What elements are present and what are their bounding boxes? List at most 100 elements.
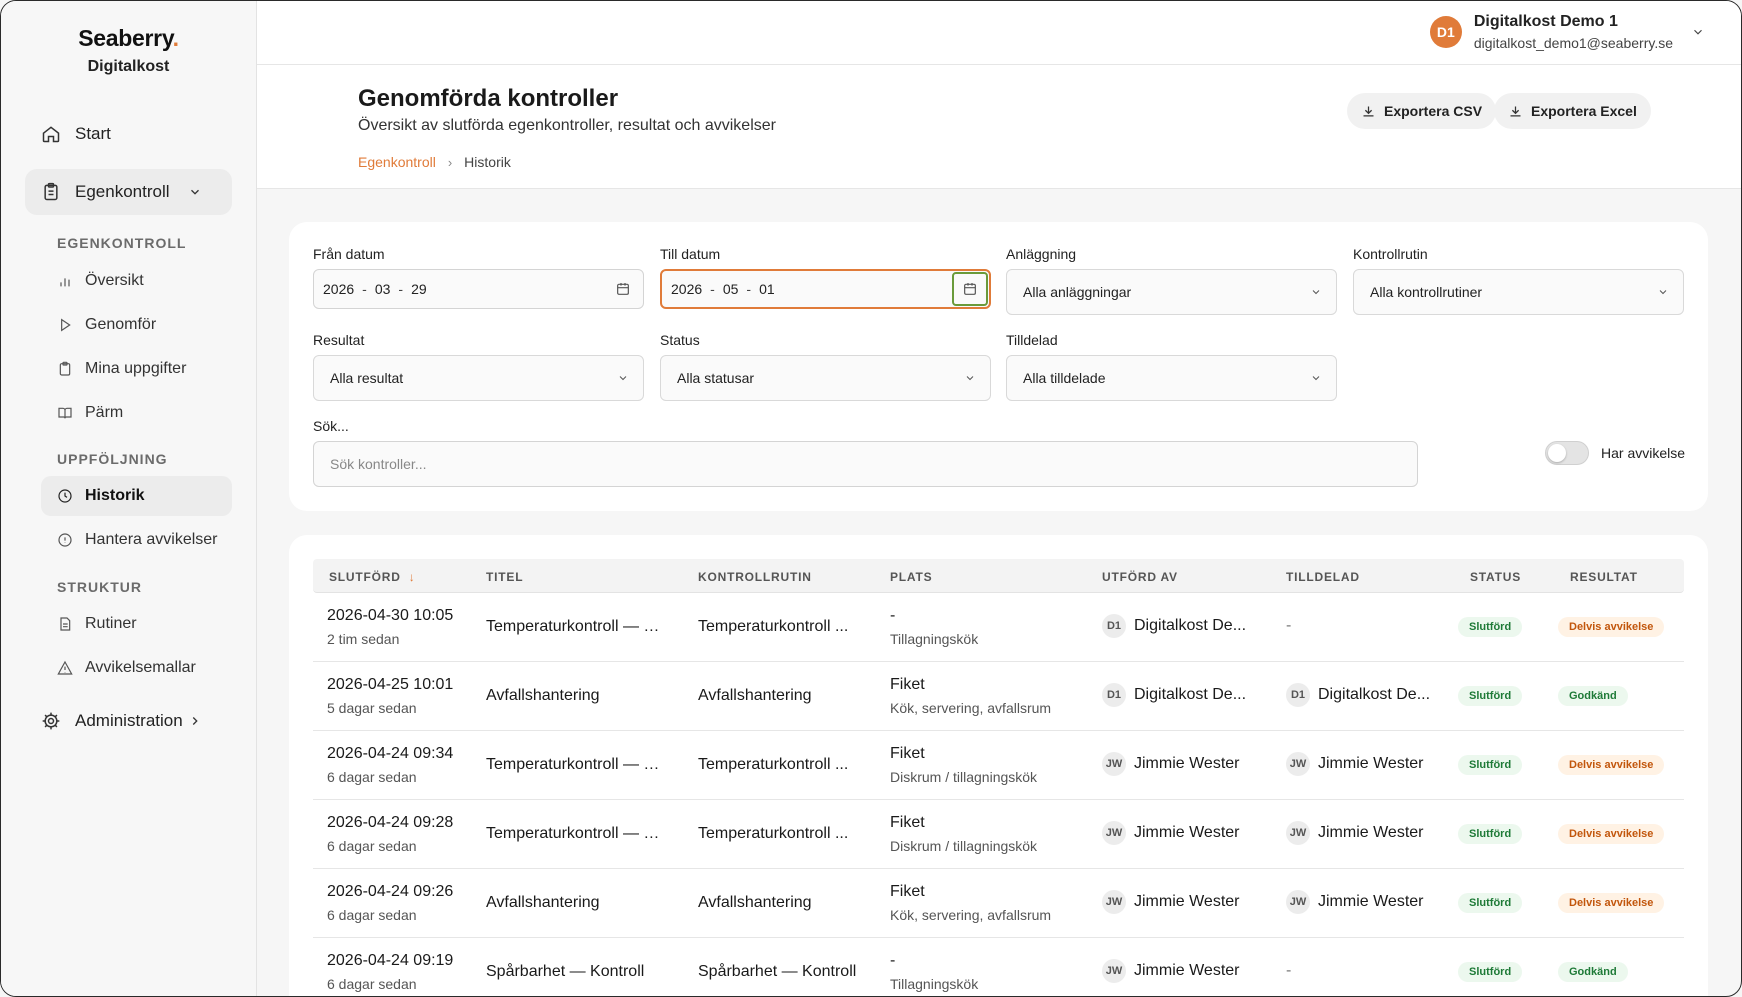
breadcrumb-egenkontroll[interactable]: Egenkontroll: [358, 154, 436, 170]
brand-product: Digitalkost: [87, 58, 170, 75]
section-uppfoljning: UPPFÖLJNING: [57, 451, 168, 467]
warning-icon: [57, 660, 73, 675]
completed-ago: 2 tim sedan: [327, 631, 400, 647]
result-badge: Delvis avvikelse: [1558, 755, 1665, 775]
col-titel[interactable]: TITEL: [486, 570, 523, 584]
kontrollrutin-label: Kontrollrutin: [1353, 246, 1428, 262]
col-kontrollrutin[interactable]: KONTROLLRUTIN: [698, 570, 812, 584]
assigned-user[interactable]: JW Jimmie Wester: [1286, 890, 1424, 914]
assigned-user[interactable]: D1 Digitalkost De...: [1286, 683, 1430, 707]
table-row[interactable]: 2026-04-25 10:01 5 dagar sedan Avfallsha…: [313, 662, 1684, 731]
section-struktur: STRUKTUR: [57, 579, 142, 595]
chevron-down-icon: [1312, 290, 1320, 295]
tilldelad-value: Alla tilldelade: [1023, 370, 1106, 386]
tilldelad-select[interactable]: Alla tilldelade: [1006, 355, 1337, 401]
chevron-down-icon[interactable]: [1691, 25, 1705, 39]
nav-genomfor[interactable]: Genomför: [41, 305, 232, 345]
nav-avvikelsemallar[interactable]: Avvikelsemallar: [41, 648, 232, 688]
to-year: 2026: [671, 281, 703, 297]
row-title[interactable]: Avfallshantering: [486, 687, 600, 705]
col-utford-av[interactable]: UTFÖRD AV: [1102, 570, 1178, 584]
nav-genomfor-label: Genomför: [85, 316, 157, 333]
nav-egenkontroll[interactable]: Egenkontroll: [25, 169, 232, 215]
avatar: JW: [1102, 752, 1126, 776]
nav-start[interactable]: Start: [25, 111, 232, 157]
result-badge: Godkänd: [1558, 686, 1628, 706]
home-icon: [42, 126, 60, 143]
performed-by[interactable]: JW Jimmie Wester: [1102, 821, 1240, 845]
nav-avvikelsemallar-label: Avvikelsemallar: [85, 659, 196, 676]
performed-by[interactable]: D1 Digitalkost De...: [1102, 683, 1246, 707]
table-row[interactable]: 2026-04-24 09:26 6 dagar sedan Avfallsha…: [313, 869, 1684, 938]
nav-mina-uppgifter[interactable]: Mina uppgifter: [41, 349, 232, 389]
assigned-user[interactable]: JW Jimmie Wester: [1286, 821, 1424, 845]
row-title[interactable]: Temperaturkontroll — K...: [486, 618, 666, 636]
row-title[interactable]: Temperaturkontroll — D...: [486, 825, 666, 843]
play-icon: [61, 318, 71, 332]
avatar: D1: [1286, 683, 1310, 707]
row-title[interactable]: Temperaturkontroll — D...: [486, 756, 666, 774]
status-badge: Slutförd: [1458, 686, 1523, 706]
status-badge: Slutförd: [1458, 755, 1523, 775]
status-select[interactable]: Alla statusar: [660, 355, 991, 401]
har-avvikelse-label: Har avvikelse: [1601, 445, 1686, 461]
anlaggning-value: Alla anläggningar: [1023, 284, 1132, 300]
avatar: JW: [1286, 890, 1310, 914]
export-excel-button[interactable]: Exportera Excel: [1494, 93, 1651, 129]
col-resultat[interactable]: RESULTAT: [1570, 570, 1638, 584]
assigned-user[interactable]: JW Jimmie Wester: [1286, 752, 1424, 776]
table-row[interactable]: 2026-04-30 10:05 2 tim sedan Temperaturk…: [313, 593, 1684, 662]
performed-by[interactable]: D1 Digitalkost De...: [1102, 614, 1246, 638]
performed-by[interactable]: JW Jimmie Wester: [1102, 959, 1240, 983]
completed-ago: 5 dagar sedan: [327, 700, 417, 716]
table-row[interactable]: 2026-04-24 09:28 6 dagar sedan Temperatu…: [313, 800, 1684, 869]
breadcrumb: Egenkontroll › Historik: [358, 154, 511, 170]
anlaggning-select[interactable]: Alla anläggningar: [1006, 269, 1337, 315]
avatar: JW: [1286, 821, 1310, 845]
completed-ago: 6 dagar sedan: [327, 769, 417, 785]
nav-rutiner[interactable]: Rutiner: [41, 604, 232, 644]
sort-down-icon: ↓: [408, 570, 416, 584]
nav-hantera-avvikelser[interactable]: Hantera avvikelser: [41, 520, 232, 560]
export-csv-label: Exportera CSV: [1384, 103, 1483, 119]
calendar-picker-button[interactable]: [952, 272, 988, 306]
performed-by[interactable]: JW Jimmie Wester: [1102, 890, 1240, 914]
export-csv-button[interactable]: Exportera CSV: [1347, 93, 1497, 129]
to-date-input[interactable]: 2026-05-01: [660, 269, 991, 309]
page-subtitle: Översikt av slutförda egenkontroller, re…: [358, 117, 776, 134]
col-slutford-label: SLUTFÖRD: [329, 570, 401, 584]
col-plats[interactable]: PLATS: [890, 570, 932, 584]
nav-parm[interactable]: Pärm: [41, 393, 232, 433]
row-plats-sub: Diskrum / tillagningskök: [890, 769, 1038, 785]
user-name: Digitalkost Demo 1: [1473, 13, 1618, 30]
row-plats: Fiket: [890, 883, 925, 900]
nav-oversikt[interactable]: Översikt: [41, 261, 232, 301]
row-title[interactable]: Avfallshantering: [486, 894, 600, 912]
har-avvikelse-toggle[interactable]: [1545, 441, 1589, 465]
row-plats-sub: Tillagningskök: [890, 631, 979, 647]
col-tilldelad[interactable]: TILLDELAD: [1286, 570, 1360, 584]
performed-by[interactable]: JW Jimmie Wester: [1102, 752, 1240, 776]
calendar-icon[interactable]: [615, 281, 631, 297]
avatar: JW: [1102, 959, 1126, 983]
table-row[interactable]: 2026-04-24 09:19 6 dagar sedan Spårbarhe…: [313, 938, 1684, 996]
user-menu[interactable]: D1 Digitalkost Demo 1 digitalkost_demo1@…: [1429, 13, 1705, 51]
row-plats-sub: Tillagningskök: [890, 976, 979, 992]
row-title[interactable]: Spårbarhet — Kontroll: [486, 963, 644, 981]
status-badge: Slutförd: [1458, 617, 1523, 637]
nav-administration[interactable]: Administration: [25, 698, 232, 744]
results-table: SLUTFÖRD ↓ TITEL KONTROLLRUTIN PLATS UTFÖ…: [289, 535, 1708, 996]
table-row[interactable]: 2026-04-24 09:34 6 dagar sedan Temperatu…: [313, 731, 1684, 800]
search-input[interactable]: [330, 456, 1417, 472]
col-slutford[interactable]: SLUTFÖRD ↓: [329, 570, 416, 584]
nav-historik[interactable]: Historik: [41, 476, 232, 516]
kontrollrutin-select[interactable]: Alla kontrollrutiner: [1353, 269, 1684, 315]
section-egenkontroll: EGENKONTROLL: [57, 235, 187, 251]
col-status[interactable]: STATUS: [1470, 570, 1521, 584]
resultat-select[interactable]: Alla resultat: [313, 355, 644, 401]
brand-logo[interactable]: Seaberry.: [1, 25, 256, 52]
assigned-name: Jimmie Wester: [1318, 824, 1424, 841]
from-date-input[interactable]: 2026-03-29: [313, 269, 644, 309]
row-plats: Fiket: [890, 814, 925, 831]
page-header: Genomförda kontroller Översikt av slutfö…: [257, 65, 1741, 189]
